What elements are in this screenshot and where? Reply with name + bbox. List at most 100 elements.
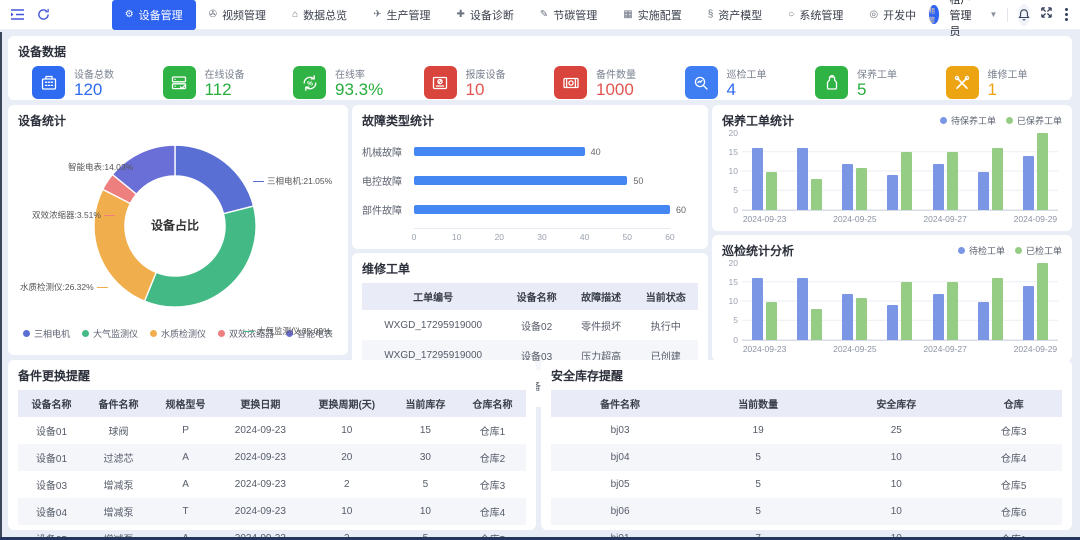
table-header: 规格型号 — [152, 390, 219, 417]
bar — [797, 148, 808, 210]
bar-group — [787, 263, 832, 340]
legend-item[interactable]: 待检工单 — [958, 244, 1005, 257]
inspection-icon — [685, 66, 718, 99]
table-header: 工单编号 — [362, 283, 504, 310]
bar — [842, 164, 853, 210]
bar — [901, 282, 912, 340]
legend-item[interactable]: 大气监测仪 — [82, 327, 138, 340]
chevron-down-icon[interactable]: ▼ — [990, 10, 998, 19]
hbar-x-axis: 0102030405060 — [414, 228, 670, 242]
hbar-bar: 60 — [414, 205, 670, 214]
home-icon: ⌂ — [292, 10, 298, 20]
table-row: 设备01球阀P2024-09-231015仓库1 — [18, 417, 526, 444]
gear-icon: ⚙ — [125, 10, 134, 20]
table-header: 安全库存 — [827, 390, 965, 417]
table-header: 备件名称 — [551, 390, 689, 417]
legend-item[interactable]: 待保养工单 — [940, 114, 996, 127]
refresh-icon[interactable] — [37, 8, 50, 21]
stat-value: 1 — [988, 81, 1028, 99]
bar-group — [1013, 263, 1058, 340]
fault-type-title: 故障类型统计 — [362, 112, 698, 129]
bar — [933, 294, 944, 340]
nav-item-2[interactable]: ✇视频管理 — [196, 0, 279, 30]
bar — [887, 305, 898, 340]
video-camera-icon: ✇ — [209, 10, 217, 20]
hbar-value: 60 — [676, 205, 686, 215]
fault-type-panel: 故障类型统计 机械故障40电控故障50部件故障600102030405060 — [352, 105, 708, 249]
pie-label: 智能电表:14.03% — [68, 161, 150, 173]
bar-group — [742, 263, 787, 340]
notification-bell-icon[interactable] — [1018, 4, 1030, 26]
table-header: 故障描述 — [569, 283, 634, 310]
legend-item[interactable]: 水质检测仪 — [150, 327, 206, 340]
bar — [887, 175, 898, 210]
hbar-value: 40 — [591, 147, 601, 157]
scrapped-device-icon — [424, 66, 457, 99]
nav-item-1[interactable]: ⚙设备管理 — [112, 0, 196, 30]
nav-item-4[interactable]: ✈生产管理 — [360, 0, 443, 30]
online-rate-icon: % — [293, 66, 326, 99]
maintenance-chart-panel: 保养工单统计 待保养工单已保养工单 201510502024-09-232024… — [712, 105, 1072, 231]
stat-card-3: %在线率93.3% — [279, 66, 410, 99]
bar-group — [1013, 133, 1058, 210]
x-axis-labels: 2024-09-232024-09-252024-09-272024-09-29 — [742, 341, 1058, 354]
table-row: bj05510仓库5 — [551, 471, 1062, 498]
inspection-chart-title: 巡检统计分析 — [722, 242, 794, 259]
nav-item-10[interactable]: ◎开发中 — [856, 0, 929, 30]
inspection-bar-chart: 201510502024-09-232024-09-252024-09-2720… — [722, 263, 1062, 354]
pie-label: 水质检测仪:26.32% — [20, 281, 111, 293]
nav-item-5[interactable]: ✚设备诊断 — [444, 0, 527, 30]
repair-icon — [946, 66, 979, 99]
device-data-title: 设备数据 — [18, 43, 1062, 60]
bar-group — [923, 263, 968, 340]
stat-label: 报废设备 — [466, 66, 506, 81]
production-icon: ✈ — [373, 10, 381, 20]
bar — [811, 309, 822, 340]
hbar-bar: 50 — [414, 176, 627, 185]
avatar[interactable]: 租管 — [929, 5, 939, 24]
table-header: 更换周期(天) — [302, 390, 392, 417]
nav-item-9[interactable]: ○系统管理 — [775, 0, 856, 30]
nav-item-6[interactable]: ✎节碳管理 — [527, 0, 610, 30]
bar-group — [968, 263, 1013, 340]
bar — [856, 168, 867, 210]
inspection-legend: 待检工单已检工单 — [958, 244, 1062, 257]
device-stats-panel: 设备统计 设备占比三相电机:21.05%大气监测仪:35.09%水质检测仪:26… — [8, 105, 348, 355]
legend-item[interactable]: 三相电机 — [23, 327, 70, 340]
device-stats-title: 设备统计 — [18, 112, 338, 129]
user-name[interactable]: 租户管理员 — [949, 0, 979, 39]
device-data-panel: 设备数据 设备总数120在线设备112%在线率93.3%报废设备10备件数量10… — [8, 36, 1072, 100]
bar-group — [832, 263, 877, 340]
table-header: 当前库存 — [392, 390, 459, 417]
collapse-menu-icon[interactable] — [10, 8, 25, 21]
stat-card-1: 设备总数120 — [18, 66, 149, 99]
maintenance-bar-chart: 201510502024-09-232024-09-252024-09-2720… — [722, 133, 1062, 224]
bar — [1023, 156, 1034, 210]
maintenance-chart-title: 保养工单统计 — [722, 112, 794, 129]
stat-value: 93.3% — [335, 81, 383, 99]
bar — [992, 278, 1003, 340]
legend-item[interactable]: 已保养工单 — [1006, 114, 1062, 127]
diagnose-icon: ✚ — [457, 10, 465, 20]
hbar-category: 电控故障 — [362, 173, 414, 188]
stat-cards: 设备总数120在线设备112%在线率93.3%报废设备10备件数量1000巡检工… — [18, 66, 1062, 99]
stat-label: 在线设备 — [205, 66, 245, 81]
pie-center-label: 设备占比 — [151, 217, 199, 234]
nav-item-7[interactable]: ▦实施配置 — [610, 0, 694, 30]
nav-item-3[interactable]: ⌂数据总览 — [279, 0, 360, 30]
more-options-icon[interactable] — [1063, 8, 1070, 21]
table-header: 更换日期 — [219, 390, 302, 417]
table-row: 设备01过滤芯A2024-09-232030仓库2 — [18, 444, 526, 471]
stat-value: 1000 — [596, 81, 636, 99]
spare-replace-title: 备件更换提醒 — [18, 367, 526, 384]
dev-icon: ◎ — [869, 10, 878, 20]
bar — [766, 302, 777, 341]
fullscreen-icon[interactable] — [1040, 6, 1053, 24]
hbar-row: 电控故障50 — [362, 166, 698, 195]
bar — [797, 278, 808, 340]
nav-item-8[interactable]: §资产模型 — [695, 0, 776, 30]
pie-label: 双效浓缩器:3.51% — [32, 209, 118, 221]
bar — [842, 294, 853, 340]
table-row: 设备03增减泵A2024-09-2325仓库3 — [18, 471, 526, 498]
legend-item[interactable]: 已检工单 — [1015, 244, 1062, 257]
